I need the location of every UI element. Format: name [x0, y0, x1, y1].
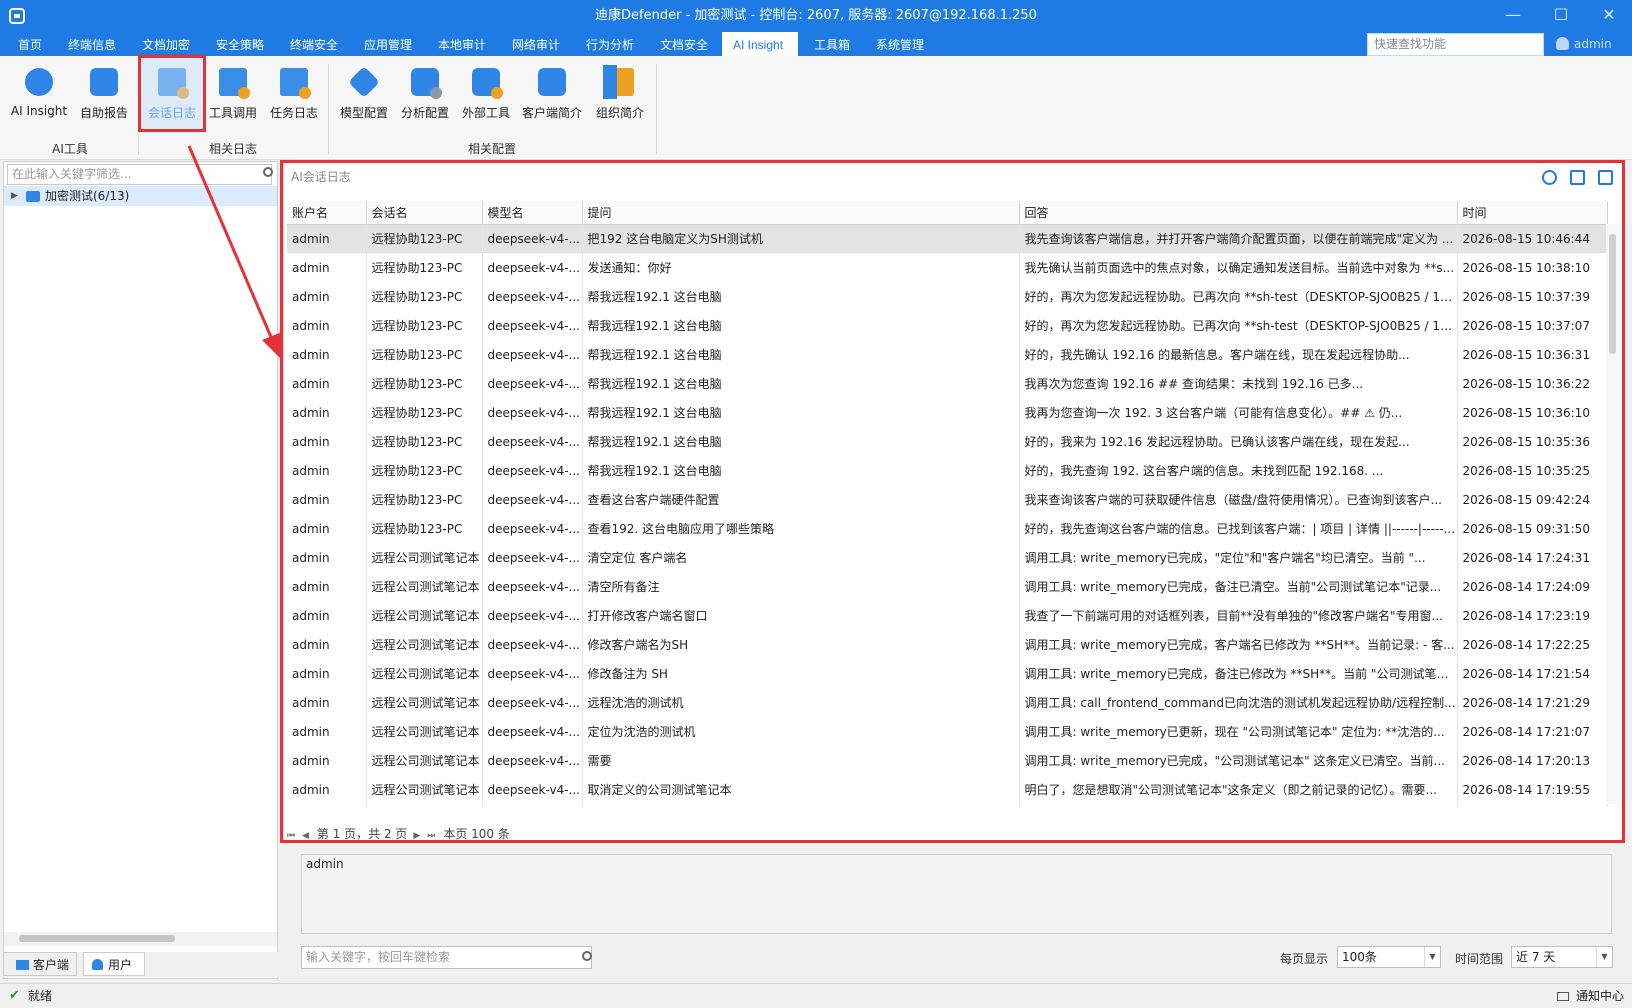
status-bar: ✔ 就绪 通知中心	[0, 983, 1632, 1008]
keyword-search-input[interactable]: 输入关键字，按回车键检索	[301, 946, 592, 969]
time-range-select[interactable]: 近 7 天 ▼	[1511, 946, 1613, 968]
status-text: 就绪	[28, 989, 53, 1003]
chevron-down-icon[interactable]: ▼	[1424, 947, 1440, 967]
chevron-down-icon[interactable]: ▼	[1596, 947, 1612, 967]
per-page-select[interactable]: 100条 ▼	[1337, 946, 1441, 968]
search-icon[interactable]	[582, 951, 592, 961]
time-range-label: 时间范围	[1455, 952, 1504, 966]
notification-center[interactable]: 通知中心	[1576, 984, 1624, 1008]
answer-detail-box[interactable]: admin	[301, 854, 1612, 934]
check-icon: ✔	[9, 988, 20, 1003]
mail-icon[interactable]	[1557, 992, 1569, 1001]
per-page-label: 每页显示	[1280, 952, 1329, 966]
